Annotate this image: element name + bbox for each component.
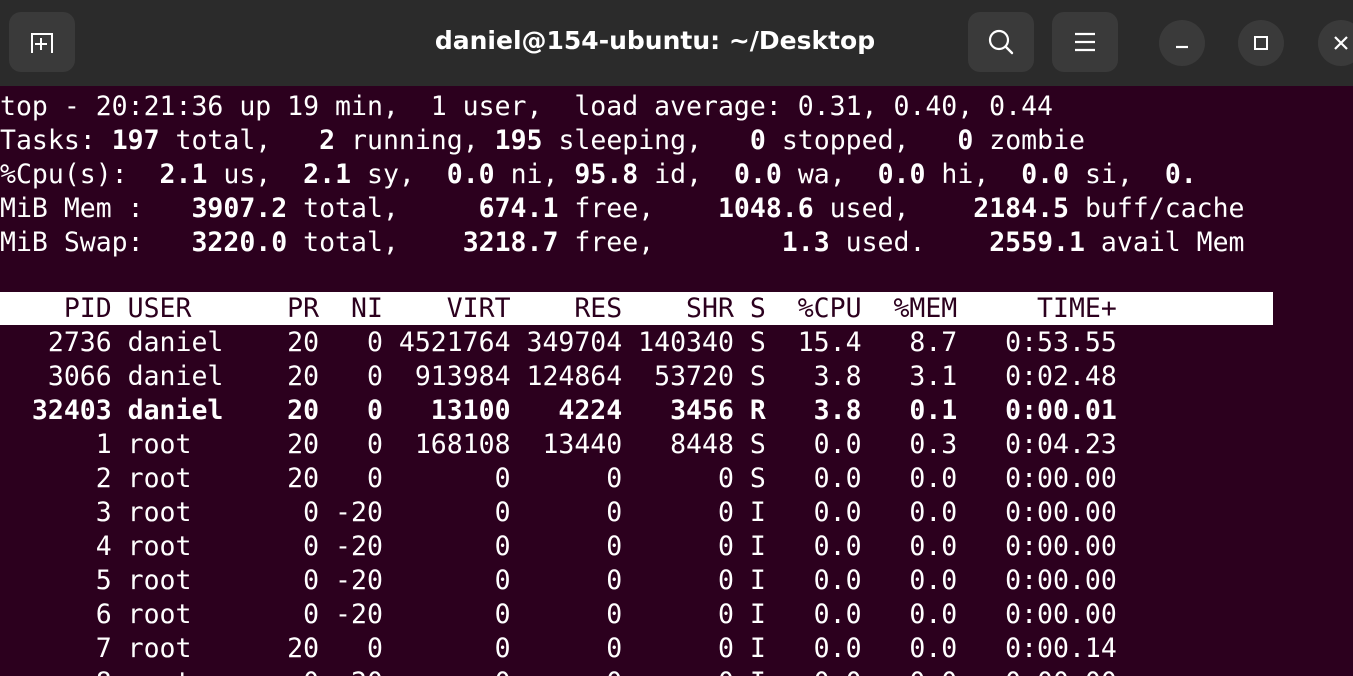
minimize-icon <box>1173 34 1191 52</box>
terminal-output[interactable]: top - 20:21:36 up 19 min, 1 user, load a… <box>0 90 1353 676</box>
summary-tasks-line: Tasks: 197 total, 2 running, 195 sleepin… <box>0 125 1085 156</box>
summary-swap-line: MiB Swap: 3220.0 total, 3218.7 free, 1.3… <box>0 227 1245 258</box>
search-button[interactable] <box>968 12 1034 72</box>
process-row: 5 root 0 -20 0 0 0 I 0.0 0.0 0:00.00 <box>0 565 1117 596</box>
process-row: 8 root 0 -20 0 0 0 I 0.0 0.0 0:00.00 <box>0 666 1117 676</box>
process-row: 3066 daniel 20 0 913984 124864 53720 S 3… <box>0 361 1117 392</box>
new-tab-button[interactable] <box>9 12 75 72</box>
summary-cpu-line: %Cpu(s): 2.1 us, 2.1 sy, 0.0 ni, 95.8 id… <box>0 159 1197 190</box>
close-button[interactable] <box>1318 20 1353 66</box>
summary-mem-line: MiB Mem : 3907.2 total, 674.1 free, 1048… <box>0 193 1245 224</box>
process-row: 7 root 20 0 0 0 0 I 0.0 0.0 0:00.14 <box>0 633 1117 664</box>
menu-button[interactable] <box>1052 12 1118 72</box>
maximize-button[interactable] <box>1238 20 1284 66</box>
process-row: 6 root 0 -20 0 0 0 I 0.0 0.0 0:00.00 <box>0 599 1117 630</box>
process-row: 2736 daniel 20 0 4521764 349704 140340 S… <box>0 327 1117 358</box>
process-row-highlighted: 32403 daniel 20 0 13100 4224 3456 R 3.8 … <box>0 395 1117 426</box>
search-icon <box>986 27 1016 57</box>
process-table-header: PID USER PR NI VIRT RES SHR S %CPU %MEM … <box>0 292 1273 325</box>
minimize-button[interactable] <box>1159 20 1205 66</box>
process-row: 3 root 0 -20 0 0 0 I 0.0 0.0 0:00.00 <box>0 497 1117 528</box>
title-bar: daniel@154-ubuntu: ~/Desktop <box>0 0 1353 86</box>
new-tab-icon <box>27 29 57 55</box>
maximize-icon <box>1252 34 1270 52</box>
close-icon <box>1332 34 1350 52</box>
process-row: 2 root 20 0 0 0 0 S 0.0 0.0 0:00.00 <box>0 463 1117 494</box>
summary-uptime-line: top - 20:21:36 up 19 min, 1 user, load a… <box>0 91 1053 122</box>
process-row: 4 root 0 -20 0 0 0 I 0.0 0.0 0:00.00 <box>0 531 1117 562</box>
hamburger-menu-icon <box>1073 31 1097 53</box>
process-row: 1 root 20 0 168108 13440 8448 S 0.0 0.3 … <box>0 429 1117 460</box>
process-table-header-text: PID USER PR NI VIRT RES SHR S %CPU %MEM … <box>0 293 1117 324</box>
window-title: daniel@154-ubuntu: ~/Desktop <box>434 26 876 55</box>
